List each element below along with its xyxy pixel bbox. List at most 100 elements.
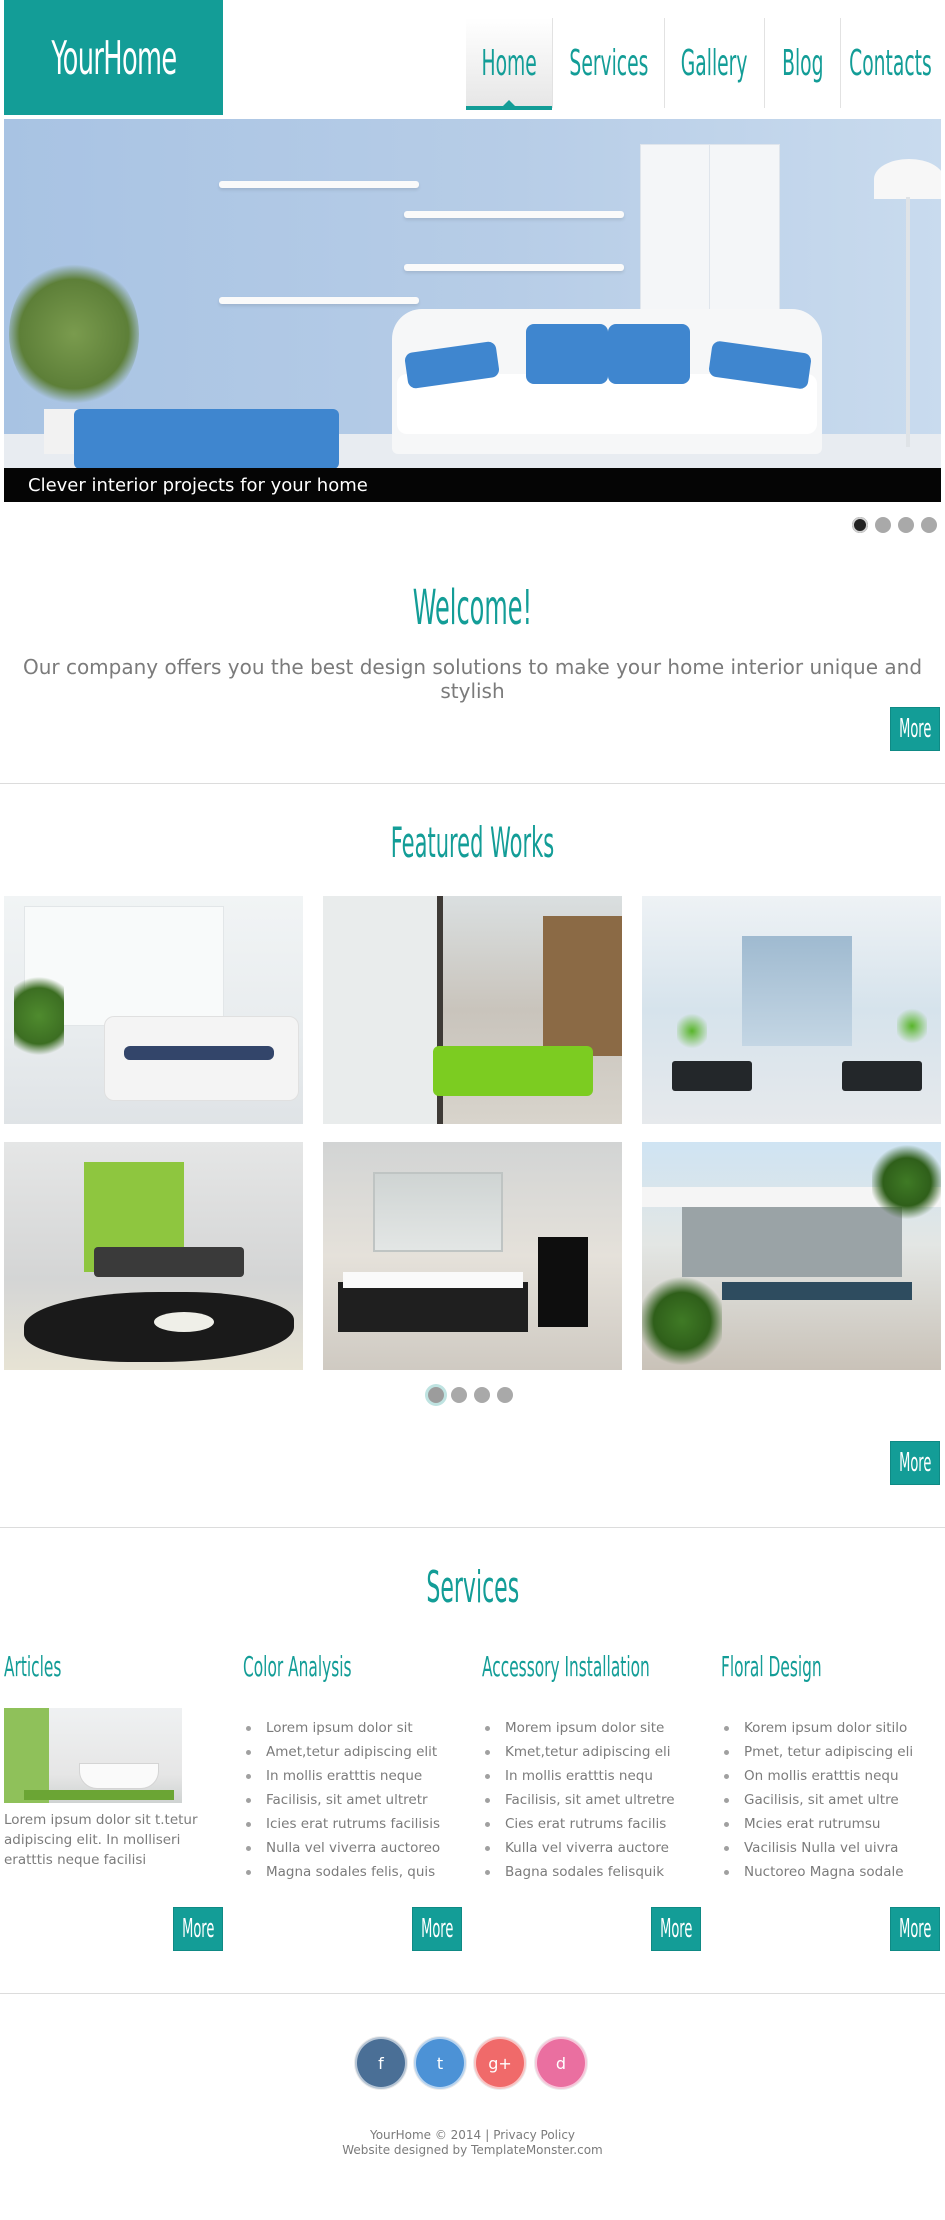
sofa	[672, 1061, 752, 1091]
articles-more-button[interactable]: More	[173, 1907, 223, 1951]
floral-design-more-button[interactable]: More	[890, 1907, 940, 1951]
hero-dot-2[interactable]	[875, 517, 891, 533]
list-item[interactable]: Mcies erat rutrumsu	[724, 1812, 941, 1836]
google-plus-icon[interactable]: g+	[474, 2037, 526, 2089]
plant	[9, 259, 139, 409]
logo-text: YourHome	[50, 30, 177, 85]
nav-contacts[interactable]: Contacts	[840, 18, 940, 108]
hero-slider[interactable]: Clever interior projects for your home	[4, 119, 941, 502]
list-item[interactable]: Kmet,tetur adipiscing eli	[485, 1740, 702, 1764]
gallery-dot-1[interactable]	[428, 1387, 444, 1403]
list-item[interactable]: Nuctoreo Magna sodale	[724, 1860, 941, 1884]
section-divider	[0, 783, 945, 784]
copyright-text: YourHome © 2014	[369, 2128, 482, 2142]
mat	[24, 1790, 174, 1800]
featured-more-button[interactable]: More	[890, 1441, 940, 1485]
twitter-icon[interactable]: t	[414, 2037, 466, 2089]
footer-credit[interactable]: Website designed by TemplateMonster.com	[0, 2143, 945, 2157]
hero-dot-1[interactable]	[852, 517, 868, 533]
gallery-dot-4[interactable]	[497, 1387, 513, 1403]
gallery-pagination	[428, 1387, 513, 1403]
service-list: Morem ipsum dolor site Kmet,tetur adipis…	[482, 1716, 702, 1884]
gallery-thumb[interactable]	[642, 1142, 941, 1370]
logo[interactable]: YourHome	[4, 0, 223, 115]
main-nav: Home Services Gallery Blog Contacts	[466, 18, 940, 118]
gallery-thumb[interactable]	[323, 1142, 622, 1370]
sofa	[433, 1046, 593, 1096]
gallery-thumb[interactable]	[323, 896, 622, 1124]
service-title: Accessory Installation	[482, 1650, 650, 1683]
list-item[interactable]: In mollis eratttis nequ	[485, 1764, 702, 1788]
list-item[interactable]: Vacilisis Nulla vel uivra	[724, 1836, 941, 1860]
list-item[interactable]: On mollis eratttis nequ	[724, 1764, 941, 1788]
welcome-text: Our company offers you the best design s…	[22, 655, 923, 703]
list-item[interactable]: Pmet, tetur adipiscing eli	[724, 1740, 941, 1764]
nav-home-label: Home	[481, 42, 537, 84]
wall-shelf	[219, 181, 419, 188]
house-glass	[682, 1207, 902, 1277]
sofa	[842, 1061, 922, 1091]
list-item[interactable]: Lorem ipsum dolor sit	[246, 1716, 463, 1740]
pool	[722, 1282, 912, 1300]
ottoman	[74, 409, 339, 469]
list-item[interactable]: Facilisis, sit amet ultretre	[485, 1788, 702, 1812]
hero-dot-4[interactable]	[921, 517, 937, 533]
gallery-thumb[interactable]	[4, 1142, 303, 1370]
hero-caption-text: Clever interior projects for your home	[28, 475, 368, 496]
nav-gallery[interactable]: Gallery	[664, 18, 764, 108]
nav-gallery-label: Gallery	[681, 42, 748, 84]
tree	[642, 1272, 722, 1370]
person	[124, 1046, 274, 1060]
shelf-unit	[543, 916, 622, 1056]
list-item[interactable]: Gacilisis, sit amet ultre	[724, 1788, 941, 1812]
list-item[interactable]: Icies erat rutrums facilisis	[246, 1812, 463, 1836]
dribbble-icon[interactable]: d	[535, 2037, 587, 2089]
city-view	[742, 936, 852, 1046]
service-floral-design: Floral Design Korem ipsum dolor sitilo P…	[721, 1650, 941, 1884]
rug-pattern	[154, 1312, 214, 1332]
list-item[interactable]: Nulla vel viverra auctoreo	[246, 1836, 463, 1860]
list-item[interactable]: Bagna sodales felisquik	[485, 1860, 702, 1884]
service-title: Articles	[4, 1650, 62, 1683]
facebook-icon[interactable]: f	[355, 2037, 407, 2089]
accessory-installation-more-button[interactable]: More	[651, 1907, 701, 1951]
list-item[interactable]: Magna sodales felis, quis	[246, 1860, 463, 1884]
welcome-more-button[interactable]: More	[890, 707, 940, 751]
list-item[interactable]: Kulla vel viverra auctore	[485, 1836, 702, 1860]
wall-shelf	[404, 264, 624, 271]
vanity	[338, 1282, 528, 1332]
list-item[interactable]: Amet,tetur adipiscing elit	[246, 1740, 463, 1764]
list-item[interactable]: Korem ipsum dolor sitilo	[724, 1716, 941, 1740]
nav-services[interactable]: Services	[552, 18, 664, 108]
section-divider	[0, 1993, 945, 1994]
nav-services-label: Services	[569, 42, 648, 84]
gallery-thumb[interactable]	[642, 896, 941, 1124]
hero-caption: Clever interior projects for your home	[4, 468, 941, 502]
pillow	[608, 324, 690, 384]
services-title: Services	[426, 1562, 519, 1613]
lamp	[874, 159, 941, 199]
list-item[interactable]: Morem ipsum dolor site	[485, 1716, 702, 1740]
featured-title: Featured Works	[390, 818, 555, 867]
article-image[interactable]	[4, 1708, 182, 1803]
window	[323, 896, 443, 1124]
wall-shelf	[404, 211, 624, 218]
service-list: Korem ipsum dolor sitilo Pmet, tetur adi…	[721, 1716, 941, 1884]
nav-home[interactable]: Home	[466, 18, 552, 110]
plant	[677, 1011, 707, 1051]
gallery-thumb[interactable]	[4, 896, 303, 1124]
color-analysis-more-button[interactable]: More	[412, 1907, 462, 1951]
list-item[interactable]: In mollis eratttis neque	[246, 1764, 463, 1788]
privacy-policy-link[interactable]: Privacy Policy	[493, 2128, 575, 2142]
footer-copyright: YourHome © 2014 | Privacy Policy	[0, 2128, 945, 2142]
list-item[interactable]: Cies erat rutrums facilis	[485, 1812, 702, 1836]
service-list: Lorem ipsum dolor sit Amet,tetur adipisc…	[243, 1716, 463, 1884]
welcome-title: Welcome!	[412, 580, 533, 636]
sofa	[94, 1247, 244, 1277]
list-item[interactable]: Facilisis, sit amet ultretr	[246, 1788, 463, 1812]
gallery-dot-2[interactable]	[451, 1387, 467, 1403]
nav-blog[interactable]: Blog	[764, 18, 840, 108]
hero-dot-3[interactable]	[898, 517, 914, 533]
separator: |	[485, 2128, 490, 2142]
gallery-dot-3[interactable]	[474, 1387, 490, 1403]
